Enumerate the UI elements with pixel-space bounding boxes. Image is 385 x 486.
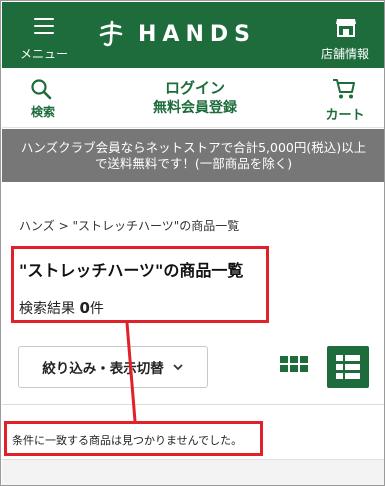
notice-line-1: ハンズクラブ会員ならネットストアで合計5,000円(税込)以上: [20, 140, 367, 155]
cart-button[interactable]: カート: [319, 78, 369, 123]
cart-label: カート: [325, 108, 365, 123]
search-label: 検索: [30, 105, 55, 119]
store-icon: [336, 19, 356, 37]
chevron-down-icon: [173, 364, 183, 371]
footer-strip: [2, 459, 384, 485]
register-link[interactable]: 無料会員登録: [122, 99, 268, 117]
store-label: 店舗情報: [320, 47, 369, 61]
site-header: メニュー HANDS 店舗情報: [2, 2, 384, 68]
hamburger-icon: [34, 18, 54, 34]
filter-button-label: 絞り込み・表示切替: [42, 361, 164, 377]
search-icon: [31, 79, 52, 100]
annotation-box-message: [4, 421, 263, 456]
site-logo[interactable]: HANDS: [94, 16, 256, 52]
list-view-icon: [336, 355, 360, 379]
breadcrumb-current: "ストレッチハーツ"の商品一覧: [72, 219, 240, 233]
notice-line-2: で送料無料です！(一部商品を除く): [94, 156, 293, 171]
content-divider: [2, 404, 384, 405]
login-link[interactable]: ログイン: [122, 78, 268, 98]
breadcrumb-separator: >: [58, 219, 69, 233]
logo-text: HANDS: [138, 21, 256, 47]
shipping-notice-banner: ハンズクラブ会員ならネットストアで合計5,000円(税込)以上 で送料無料です！…: [2, 129, 384, 182]
breadcrumb: ハンズ > "ストレッチハーツ"の商品一覧: [19, 217, 239, 234]
page-frame: メニュー HANDS 店舗情報 検索 ログイン 無料会員登録 カート ハンズクラ…: [0, 0, 385, 486]
list-view-button[interactable]: [327, 346, 369, 388]
breadcrumb-home-link[interactable]: ハンズ: [19, 219, 55, 233]
store-info-button[interactable]: 店舗情報: [313, 12, 377, 62]
menu-label: メニュー: [19, 47, 68, 61]
filter-display-toggle-button[interactable]: 絞り込み・表示切替: [18, 346, 208, 388]
search-button[interactable]: 検索: [16, 78, 66, 122]
sub-header: 検索 ログイン 無料会員登録 カート: [2, 68, 384, 128]
grid-view-icon[interactable]: [279, 352, 309, 382]
account-links: ログイン 無料会員登録: [122, 78, 268, 117]
cart-icon: [333, 79, 355, 99]
menu-button[interactable]: メニュー: [8, 10, 72, 62]
annotation-box-title: [11, 246, 269, 323]
hands-logo-mark-icon: [99, 20, 123, 47]
